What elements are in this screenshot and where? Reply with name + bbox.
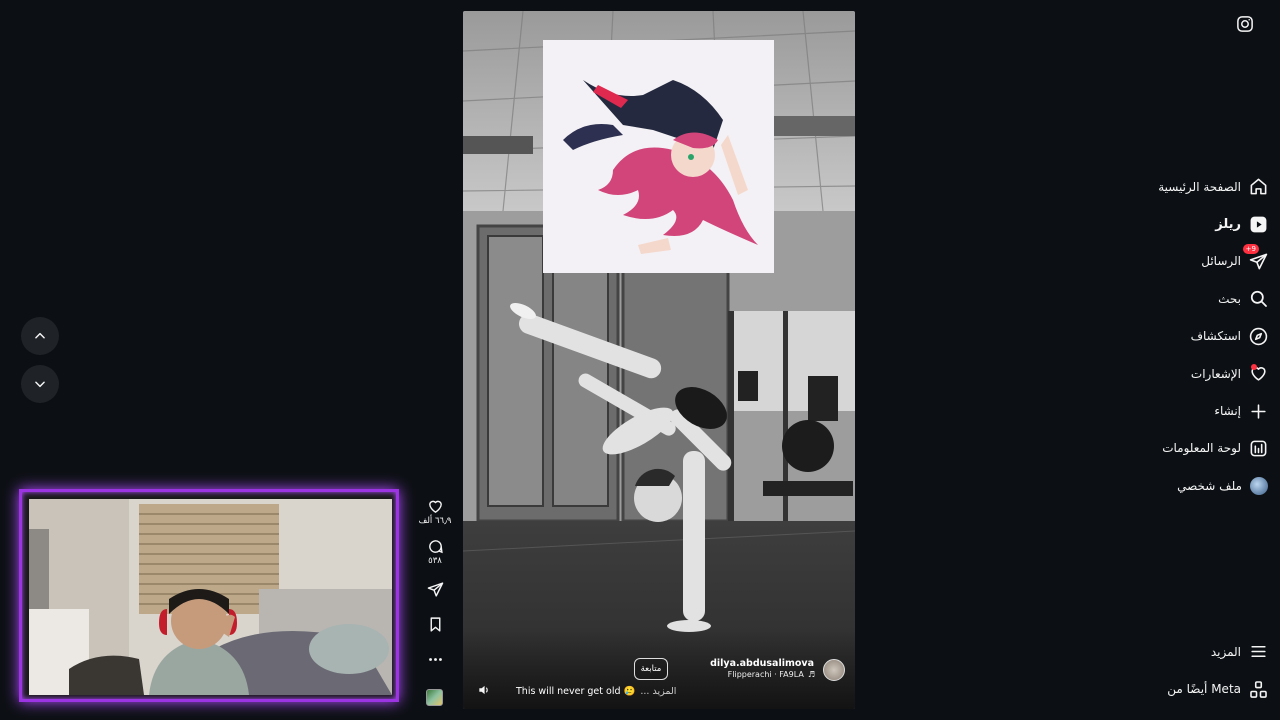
- right-sidebar: الصفحة الرئيسية ريلز +9 الرسائل بحث استك…: [1130, 0, 1280, 720]
- nav-messages-label: الرسائل: [1201, 254, 1241, 269]
- previous-reel-button[interactable]: [21, 317, 59, 355]
- comment-button[interactable]: ٥٣٨: [418, 538, 452, 581]
- reel-author-avatar[interactable]: [823, 659, 845, 681]
- nav-profile[interactable]: ملف شخصي: [1128, 467, 1268, 504]
- nav-more[interactable]: المزيد: [1128, 633, 1268, 670]
- audio-thumbnail[interactable]: [426, 689, 443, 706]
- nav-notifications-label: الإشعارات: [1190, 366, 1241, 381]
- nav-reels[interactable]: ريلز: [1128, 205, 1268, 242]
- comment-icon: [428, 540, 443, 554]
- profile-avatar: [1250, 476, 1268, 495]
- music-note-icon: ♬: [807, 670, 815, 679]
- follow-button[interactable]: متابعة: [634, 658, 668, 680]
- anime-inset-image: [543, 40, 774, 273]
- menu-icon: [1251, 646, 1266, 658]
- heart-icon: [428, 500, 442, 513]
- volume-icon[interactable]: [477, 683, 491, 697]
- chevron-down-icon: [35, 381, 45, 388]
- bottom-nav: المزيد أيضًا من Meta: [1128, 633, 1268, 708]
- nav-dashboard-label: لوحة المعلومات: [1162, 441, 1241, 456]
- explore-icon: [1249, 327, 1268, 345]
- webcam-overlay: [19, 489, 399, 702]
- reel-caption: This will never get old 🥲 ... المزيد: [516, 686, 676, 697]
- nav-home[interactable]: الصفحة الرئيسية: [1128, 168, 1268, 205]
- caption-text: This will never get old 🥲: [516, 686, 636, 697]
- chevron-up-icon: [35, 332, 45, 339]
- nav-reels-label: ريلز: [1215, 216, 1241, 232]
- nav-search[interactable]: بحث: [1128, 280, 1268, 317]
- reels-icon: [1250, 216, 1267, 232]
- nav-create[interactable]: إنشاء: [1128, 392, 1268, 429]
- reel-actions: ٦٦٫٩ ألف ٥٣٨: [418, 498, 452, 681]
- webcam-scene: [29, 499, 392, 695]
- like-button[interactable]: ٦٦٫٩ ألف: [418, 498, 452, 538]
- next-reel-button[interactable]: [21, 365, 59, 403]
- nav-search-label: بحث: [1218, 291, 1241, 306]
- home-icon: [1250, 178, 1267, 195]
- nav-meta-label: أيضًا من Meta: [1167, 682, 1241, 697]
- share-icon: [427, 582, 443, 597]
- reel-audio-label: Flipperachi · FA9LA: [727, 670, 804, 679]
- nav-explore[interactable]: استكشاف: [1128, 318, 1268, 355]
- main-nav: الصفحة الرئيسية ريلز +9 الرسائل بحث استك…: [1128, 168, 1268, 505]
- nav-profile-label: ملف شخصي: [1177, 478, 1242, 493]
- messages-badge: +9: [1242, 243, 1259, 254]
- nav-messages[interactable]: +9 الرسائل: [1128, 243, 1268, 280]
- instagram-logo-icon[interactable]: [1236, 15, 1254, 33]
- search-icon: [1250, 291, 1267, 308]
- ellipsis-icon: [428, 658, 442, 661]
- reel-username[interactable]: dilya.abdusalimova: [710, 658, 814, 669]
- nav-notifications[interactable]: الإشعارات: [1128, 355, 1268, 392]
- reel-audio-info[interactable]: Flipperachi · FA9LA ♬: [728, 670, 815, 679]
- apps-icon: [1250, 680, 1267, 698]
- anime-illustration: [543, 40, 774, 273]
- messages-icon: [1249, 253, 1268, 270]
- save-button[interactable]: [418, 616, 452, 651]
- nav-explore-label: استكشاف: [1190, 329, 1241, 344]
- comments-count: ٥٣٨: [428, 556, 442, 566]
- caption-more-link[interactable]: ... المزيد: [640, 686, 676, 697]
- nav-create-label: إنشاء: [1214, 404, 1241, 419]
- nav-meta[interactable]: أيضًا من Meta: [1128, 670, 1268, 707]
- nav-dashboard[interactable]: لوحة المعلومات: [1128, 430, 1268, 467]
- plus-icon: [1251, 403, 1266, 419]
- dashboard-icon: [1250, 440, 1267, 457]
- likes-count: ٦٦٫٩ ألف: [418, 516, 452, 526]
- webcam-feed: [29, 499, 392, 695]
- reel-video[interactable]: dilya.abdusalimova Flipperachi · FA9LA ♬…: [463, 11, 855, 709]
- notification-dot: [1251, 363, 1257, 370]
- nav-home-label: الصفحة الرئيسية: [1158, 179, 1241, 194]
- more-options-button[interactable]: [418, 651, 452, 681]
- reels-page: الصفحة الرئيسية ريلز +9 الرسائل بحث استك…: [0, 0, 1280, 720]
- nav-more-label: المزيد: [1210, 644, 1241, 659]
- share-button[interactable]: [418, 581, 452, 616]
- bookmark-icon: [430, 617, 440, 632]
